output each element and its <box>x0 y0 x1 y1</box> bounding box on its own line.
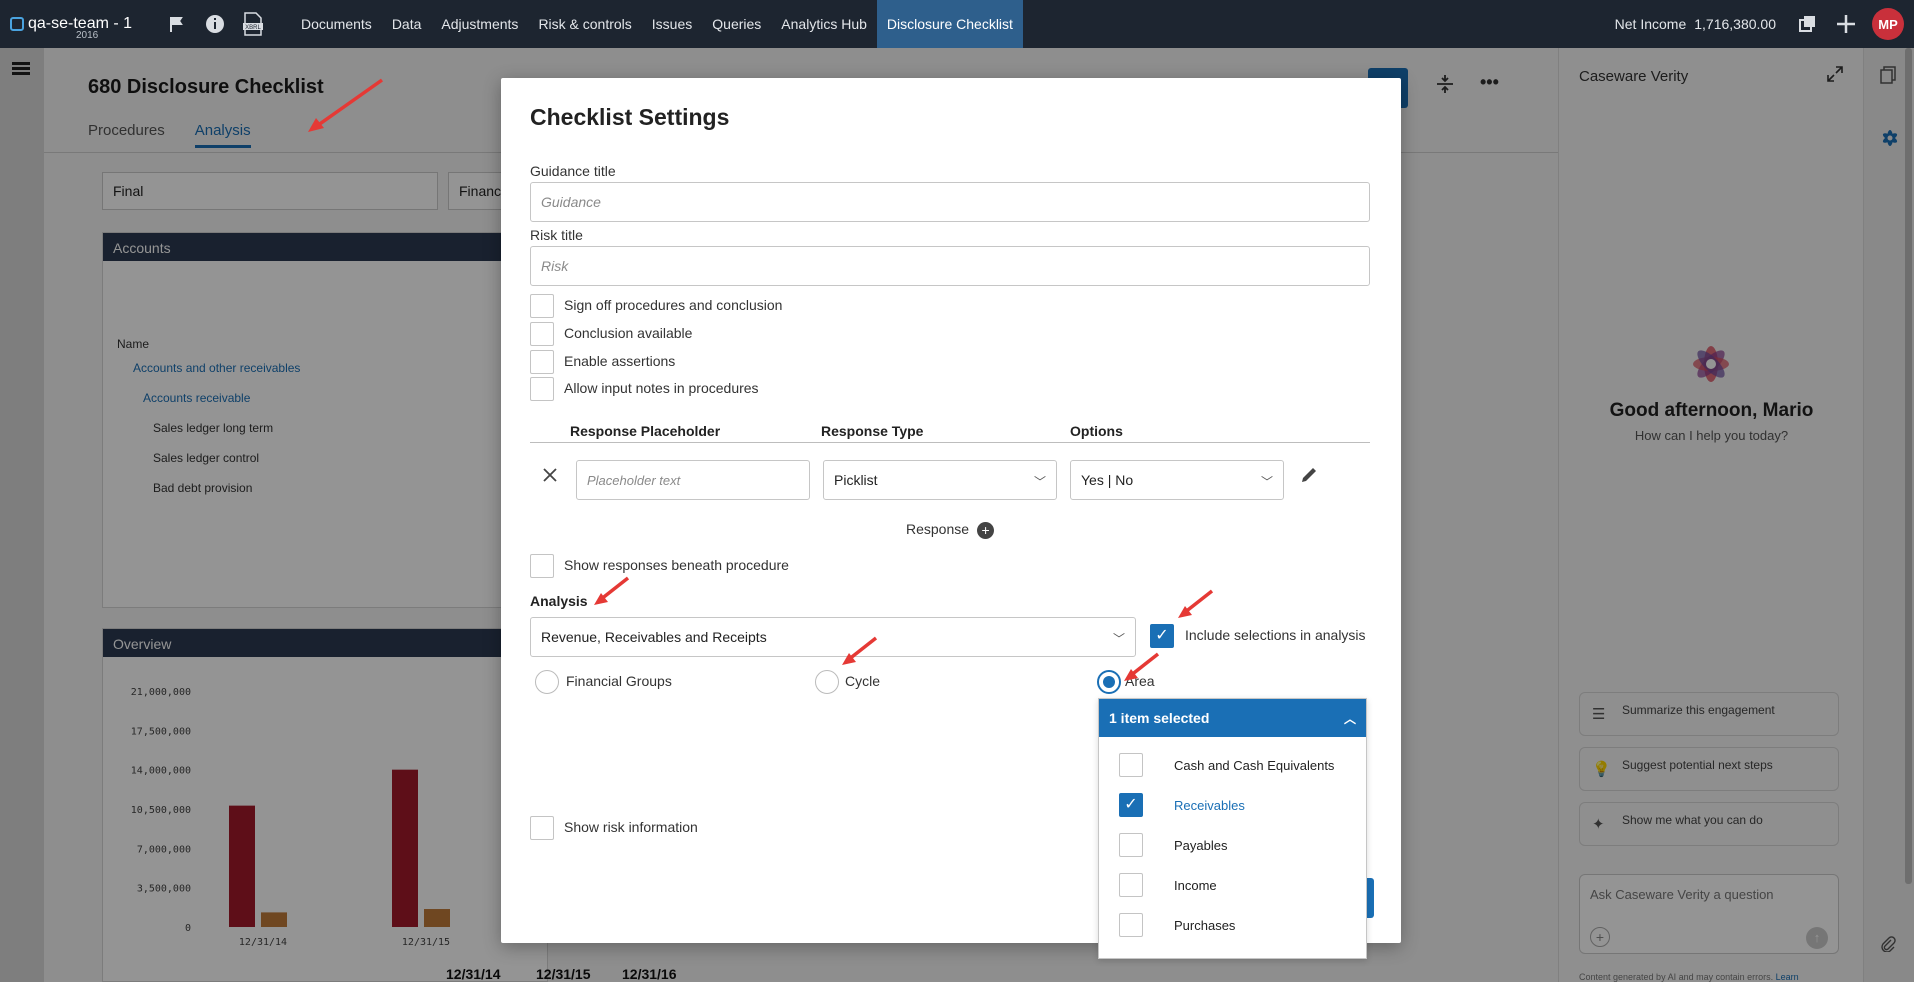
area-option-label: Receivables <box>1174 798 1245 813</box>
net-income-label: Net Income <box>1614 16 1687 32</box>
area-option-receivables[interactable]: ✓ Receivables <box>1099 785 1368 825</box>
nav-data[interactable]: Data <box>382 0 432 48</box>
include-selections-checkbox[interactable]: ✓ <box>1150 624 1174 648</box>
conclusion-available-label: Conclusion available <box>564 325 693 341</box>
sign-off-checkbox[interactable] <box>530 294 554 318</box>
area-option-cash[interactable]: Cash and Cash Equivalents <box>1099 745 1368 785</box>
response-header-divider <box>530 442 1370 443</box>
area-option-checkbox[interactable] <box>1119 913 1143 937</box>
plus-icon[interactable] <box>1834 12 1858 36</box>
nav-documents[interactable]: Documents <box>291 0 382 48</box>
allow-input-notes-checkbox[interactable] <box>530 377 554 401</box>
radio-area[interactable] <box>1097 670 1121 694</box>
edit-options-icon[interactable] <box>1300 466 1318 490</box>
flag-icon[interactable] <box>165 12 189 36</box>
analysis-value: Revenue, Receivables and Receipts <box>541 629 767 645</box>
annotation-arrow <box>1124 652 1160 681</box>
area-multiselect-summary: 1 item selected <box>1109 710 1210 726</box>
chevron-up-icon: ︿ <box>1343 712 1356 726</box>
radio-cycle-label: Cycle <box>845 673 881 689</box>
guidance-title-label: Guidance title <box>530 163 616 179</box>
annotation-arrow <box>308 78 384 132</box>
add-circle-icon: + <box>977 521 995 539</box>
checklist-settings-dialog: Checklist Settings Guidance title Risk t… <box>501 78 1401 959</box>
area-option-payables[interactable]: Payables <box>1099 825 1368 865</box>
nav-disclosure-checklist[interactable]: Disclosure Checklist <box>876 0 1023 48</box>
xbrl-icon[interactable]: XBRL <box>241 12 265 36</box>
avatar[interactable]: MP <box>1872 8 1904 40</box>
add-response-label: Response <box>906 521 970 537</box>
area-option-checkbox[interactable] <box>1119 833 1143 857</box>
area-option-label: Payables <box>1174 838 1228 853</box>
area-option-label: Purchases <box>1174 918 1236 933</box>
enable-assertions-label: Enable assertions <box>564 353 676 369</box>
show-responses-label: Show responses beneath procedure <box>564 557 789 573</box>
radio-financial-groups-label: Financial Groups <box>566 673 672 689</box>
options-value: Yes | No <box>1081 472 1134 488</box>
remove-response-icon[interactable] <box>542 463 558 489</box>
col-options: Options <box>1070 423 1123 439</box>
add-response-button[interactable]: Response + <box>906 521 995 539</box>
area-multiselect-header[interactable]: 1 item selected ︿ <box>1099 699 1366 737</box>
options-select[interactable]: Yes | No ﹀ <box>1070 460 1284 500</box>
annotation-arrow <box>842 636 878 665</box>
radio-cycle[interactable] <box>815 670 839 694</box>
area-option-income[interactable]: Income <box>1099 865 1368 905</box>
show-responses-checkbox[interactable] <box>530 554 554 578</box>
engagement-switcher[interactable]: qa-se-team - 1 2016 <box>0 0 165 48</box>
chevron-down-icon: ﹀ <box>1112 632 1125 646</box>
col-response-placeholder: Response Placeholder <box>570 423 721 439</box>
area-option-label: Cash and Cash Equivalents <box>1174 758 1335 773</box>
col-response-type: Response Type <box>821 423 924 439</box>
copy-icon[interactable] <box>1796 12 1820 36</box>
conclusion-available-checkbox[interactable] <box>530 322 554 346</box>
svg-text:XBRL: XBRL <box>245 25 261 31</box>
annotation-arrow <box>594 576 630 605</box>
response-type-value: Picklist <box>834 472 878 488</box>
enable-assertions-checkbox[interactable] <box>530 350 554 374</box>
topbar-right: Net Income 1,716,380.00 MP <box>1615 0 1914 48</box>
area-option-checkbox[interactable] <box>1119 753 1143 777</box>
top-bar: qa-se-team - 1 2016 XBRL Documents Data … <box>0 0 1914 48</box>
analysis-label: Analysis <box>530 593 588 609</box>
area-multiselect: 1 item selected ︿ Cash and Cash Equivale… <box>1098 698 1367 959</box>
response-type-select[interactable]: Picklist ﹀ <box>823 460 1057 500</box>
engagement-year: 2016 <box>76 30 99 41</box>
area-option-label: Income <box>1174 878 1217 893</box>
chevron-down-icon: ﹀ <box>1260 475 1273 489</box>
radio-financial-groups[interactable] <box>535 670 559 694</box>
include-selections-label: Include selections in analysis <box>1185 627 1366 643</box>
nav-risk-controls[interactable]: Risk & controls <box>528 0 641 48</box>
sign-off-label: Sign off procedures and conclusion <box>564 297 783 313</box>
area-option-checkbox[interactable] <box>1119 873 1143 897</box>
nav-issues[interactable]: Issues <box>642 0 702 48</box>
area-option-purchases[interactable]: Purchases <box>1099 905 1368 945</box>
main-nav: Documents Data Adjustments Risk & contro… <box>291 0 1023 48</box>
engagement-icon <box>10 17 24 31</box>
show-risk-checkbox[interactable] <box>530 816 554 840</box>
nav-analytics-hub[interactable]: Analytics Hub <box>771 0 877 48</box>
dialog-title: Checklist Settings <box>530 104 730 130</box>
nav-queries[interactable]: Queries <box>702 0 771 48</box>
risk-title-label: Risk title <box>530 227 583 243</box>
risk-title-input[interactable] <box>530 246 1370 286</box>
annotation-arrow <box>1178 589 1214 618</box>
guidance-title-input[interactable] <box>530 182 1370 222</box>
show-risk-label: Show risk information <box>564 819 698 835</box>
analysis-select[interactable]: Revenue, Receivables and Receipts ﹀ <box>530 617 1136 657</box>
info-icon[interactable] <box>203 12 227 36</box>
net-income-value: 1,716,380.00 <box>1694 16 1776 32</box>
allow-input-notes-label: Allow input notes in procedures <box>564 380 759 396</box>
response-placeholder-input[interactable] <box>576 460 810 500</box>
area-option-checkbox[interactable]: ✓ <box>1119 793 1143 817</box>
chevron-down-icon: ﹀ <box>1033 475 1046 489</box>
nav-adjustments[interactable]: Adjustments <box>431 0 528 48</box>
